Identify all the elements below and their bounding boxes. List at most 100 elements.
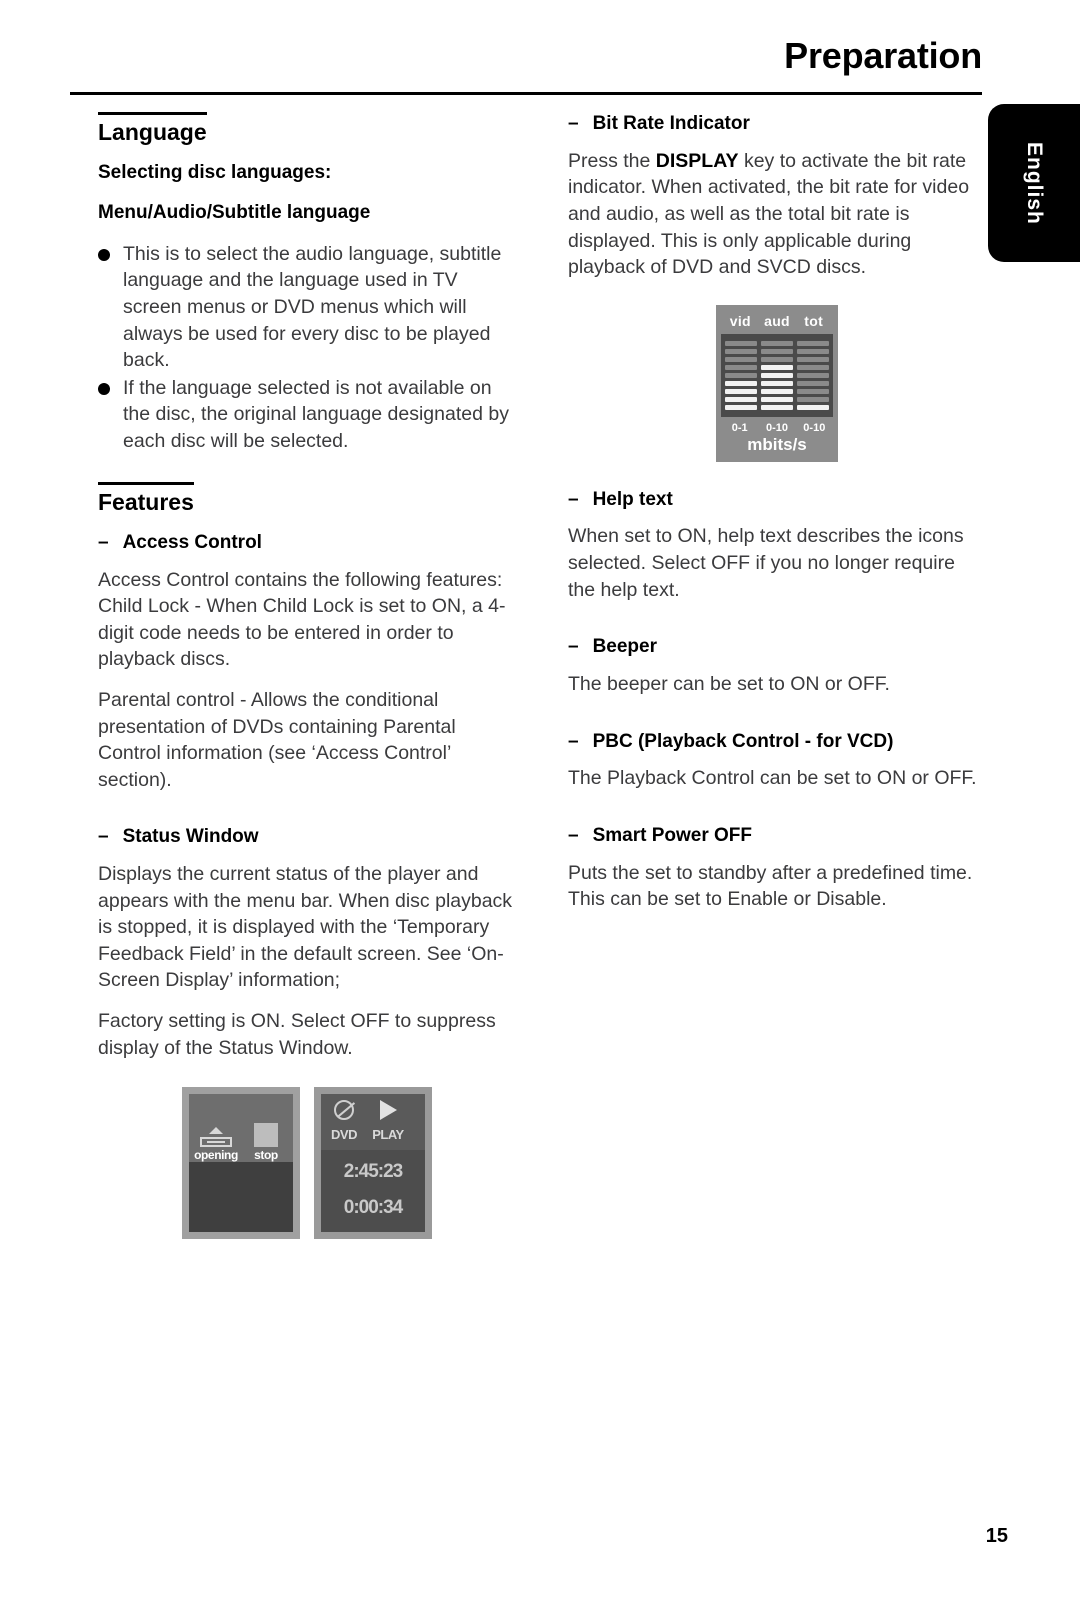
paragraph-bit-rate: Press the DISPLAY key to activate the bi… (568, 148, 986, 281)
status-item-stop: stop (241, 1098, 291, 1162)
dash-marker: – (98, 826, 109, 848)
bar-segment (725, 380, 757, 386)
bar-segment (761, 356, 793, 362)
right-column: – Bit Rate Indicator Press the DISPLAY k… (568, 112, 986, 927)
status-window-blank-area (189, 1162, 293, 1233)
bit-rate-scales: 0-1 0-10 0-10 (716, 417, 838, 435)
bit-rate-unit-label: mbits/s (747, 434, 807, 454)
bar-segment (761, 388, 793, 394)
eject-icon (198, 1121, 234, 1148)
page-number: 15 (985, 1525, 1008, 1547)
bar-segment (761, 372, 793, 378)
dash-marker: – (568, 113, 579, 134)
bullet-text: This is to select the audio language, su… (123, 242, 502, 372)
osd-time-area: 2:45:23 0:00:34 (321, 1150, 425, 1232)
language-tab: English (988, 104, 1080, 262)
manual-page: Preparation English Language Selecting d… (0, 0, 1080, 1618)
play-icon (371, 1099, 405, 1121)
dash-marker: – (568, 488, 579, 510)
osd-label-dvd: DVD (331, 1126, 357, 1142)
osd-elapsed-time: 0:00:34 (343, 1197, 403, 1219)
heading-help-text: – Help text (568, 488, 986, 512)
language-tab-label: English (1023, 141, 1046, 225)
status-label-opening: opening (194, 1148, 238, 1163)
paragraph-access-control-1: Access Control contains the following fe… (98, 568, 506, 671)
page-header: Preparation (70, 38, 982, 74)
bar-segment (761, 396, 793, 402)
eject-tray (200, 1137, 232, 1148)
osd-total-time: 2:45:23 (343, 1161, 403, 1183)
paragraph-status-window-2: Factory setting is ON. Select OFF to sup… (98, 1010, 496, 1059)
subheading-menu-audio-subtitle-language: Menu/Audio/Subtitle language (98, 202, 371, 224)
key-name-display: DISPLAY (655, 149, 739, 172)
status-window-stopped-image: opening stop (182, 1087, 300, 1240)
heading-status-window: – Status Window (98, 825, 516, 849)
bar-segment (761, 348, 793, 354)
status-window-screen: opening stop (189, 1094, 293, 1233)
bar-segment (761, 404, 793, 410)
bullet-dot-icon (98, 382, 110, 395)
status-icon-bar: opening stop (189, 1094, 293, 1163)
bar-segment (797, 396, 829, 402)
figure-status-window: opening stop DVD PLAY 2:45:23 0:00:34 (98, 1087, 516, 1240)
page-title: Preparation (784, 35, 982, 76)
bar-segment (761, 380, 793, 386)
paragraph-bit-rate-pre: Press the (568, 149, 656, 172)
heading-smart-power-off: – Smart Power OFF (568, 824, 986, 848)
bit-rate-panel: vid aud tot 0-1 0-10 0-10 mbits/s (716, 304, 838, 462)
bar-segment (725, 372, 757, 378)
status-window-playing-image: DVD PLAY 2:45:23 0:00:34 (314, 1087, 432, 1240)
bullet-dot-icon (98, 248, 110, 261)
heading-label: Smart Power OFF (592, 824, 752, 846)
bit-rate-header-tot: tot (804, 312, 824, 329)
bar-segment (761, 364, 793, 370)
no-entry-icon (327, 1099, 361, 1121)
bar-column-vid (725, 340, 757, 410)
paragraph-access-control-2: Parental control - Allows the conditiona… (98, 688, 456, 791)
bar-column-tot (797, 340, 829, 410)
section-title-language: Language (98, 112, 207, 145)
bullet-text: If the language selected is not availabl… (123, 376, 509, 452)
osd-screen: DVD PLAY 2:45:23 0:00:34 (321, 1094, 425, 1233)
list-item: If the language selected is not availabl… (98, 375, 516, 455)
bit-rate-scale-vid: 0-1 (731, 421, 748, 434)
heading-bit-rate-indicator: – Bit Rate Indicator (568, 112, 986, 136)
heading-access-control: – Access Control (98, 531, 516, 555)
dash-marker: – (568, 730, 579, 752)
dash-marker: – (98, 531, 109, 553)
bar-segment (797, 348, 829, 354)
dash-marker: – (568, 824, 579, 846)
bit-rate-column-headers: vid aud tot (716, 311, 838, 334)
heading-label: Bit Rate Indicator (592, 113, 750, 134)
status-label-stop: stop (254, 1148, 278, 1163)
osd-icon-row: DVD PLAY (321, 1094, 425, 1151)
bar-segment (725, 348, 757, 354)
heading-label: Beeper (592, 636, 657, 658)
left-column: Language Selecting disc languages: Menu/… (98, 112, 516, 1240)
status-item-opening: opening (191, 1098, 241, 1162)
eject-triangle (209, 1127, 223, 1135)
heading-label: Help text (592, 488, 673, 510)
bar-segment (797, 372, 829, 378)
header-divider (70, 92, 982, 95)
dash-marker: – (568, 636, 579, 658)
bar-segment (761, 340, 793, 346)
paragraph-smart-power-off: Puts the set to standby after a predefin… (568, 861, 973, 911)
bit-rate-scale-tot: 0-10 (803, 421, 826, 434)
heading-label: Status Window (122, 826, 259, 848)
heading-beeper: – Beeper (568, 635, 986, 659)
bar-segment (725, 388, 757, 394)
bar-segment (797, 340, 829, 346)
bar-segment (725, 356, 757, 362)
heading-label: PBC (Playback Control - for VCD) (592, 730, 894, 752)
bar-segment (797, 388, 829, 394)
osd-label-chapter: PLAY (372, 1126, 404, 1142)
subheading-selecting-disc-languages: Selecting disc languages: (98, 162, 332, 184)
paragraph-help-text: When set to ON, help text describes the … (568, 525, 964, 601)
bar-segment (725, 364, 757, 370)
bar-segment (797, 356, 829, 362)
bar-segment (725, 404, 757, 410)
bar-segment (797, 404, 829, 410)
heading-label: Access Control (122, 531, 262, 553)
bar-segment (797, 380, 829, 386)
